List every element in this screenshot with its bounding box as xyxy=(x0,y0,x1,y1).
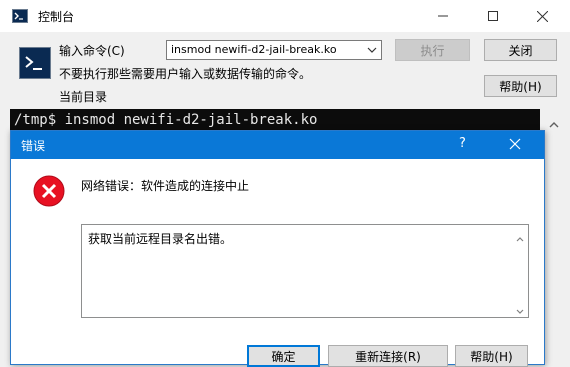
command-input[interactable]: insmod newifi-d2-jail-break.ko xyxy=(166,40,382,60)
dialog-help-text-button[interactable]: 帮助(H) xyxy=(455,345,528,367)
command-input-value: insmod newifi-d2-jail-break.ko xyxy=(171,43,337,56)
scroll-up-icon[interactable] xyxy=(516,231,524,245)
console-window-icon xyxy=(12,8,28,24)
error-dialog: 错误 ? 网络错误：软件造成的连接中止 获取当前远程目录名出错。 确定 重新连接… xyxy=(10,130,545,367)
console-prompt-icon xyxy=(19,47,51,79)
window-close-button[interactable] xyxy=(519,0,565,32)
terminal-line: /tmp$ insmod newifi-d2-jail-break.ko xyxy=(14,112,318,128)
minimize-icon xyxy=(438,15,448,17)
maximize-icon xyxy=(488,11,498,21)
scroll-up-icon[interactable] xyxy=(549,118,559,132)
maximize-button[interactable] xyxy=(470,0,516,32)
window-title-bar[interactable]: 控制台 xyxy=(0,0,570,32)
warning-text: 不要执行那些需要用户输入或数据传输的命令。 xyxy=(59,67,312,81)
dialog-help-button[interactable]: ? xyxy=(459,136,466,151)
dialog-close-icon[interactable] xyxy=(509,138,521,153)
command-label: 输入命令(C) xyxy=(59,44,125,58)
execute-button[interactable]: 执行 xyxy=(395,39,470,61)
dialog-title-bar[interactable]: 错误 ? xyxy=(11,131,544,159)
close-button[interactable]: 关闭 xyxy=(484,39,557,61)
scroll-down-icon[interactable] xyxy=(516,304,524,318)
ok-button[interactable]: 确定 xyxy=(247,345,320,367)
chevron-down-icon[interactable] xyxy=(365,44,379,56)
reconnect-button[interactable]: 重新连接(R) xyxy=(328,345,448,367)
error-message: 网络错误：软件造成的连接中止 xyxy=(81,179,250,193)
window-title: 控制台 xyxy=(38,10,75,24)
close-icon xyxy=(536,10,548,22)
minimize-button[interactable] xyxy=(420,0,466,32)
dialog-title: 错误 xyxy=(21,139,46,153)
error-icon xyxy=(33,175,65,207)
help-button[interactable]: 帮助(H) xyxy=(484,75,557,97)
detail-scrollbar[interactable] xyxy=(512,225,528,317)
current-directory-label: 当前目录 xyxy=(59,90,108,104)
error-detail-box[interactable]: 获取当前远程目录名出错。 xyxy=(81,224,529,318)
error-detail-text: 获取当前远程目录名出错。 xyxy=(88,232,233,246)
